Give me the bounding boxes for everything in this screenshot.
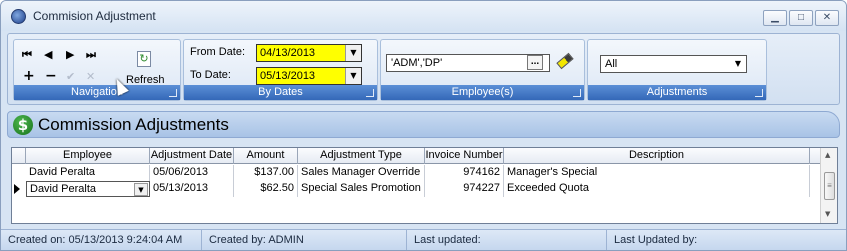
column-header-invoice-number[interactable]: Invoice Number [425,148,504,164]
close-button[interactable]: ✕ [815,10,839,26]
by-dates-group: From Date: 04/13/2013 ▼ To Date: 05/13/2… [183,39,378,101]
adjustments-group: All ▼ Adjustments [587,39,767,101]
to-date-label: To Date: [190,69,231,81]
last-record-icon[interactable]: ⏭ [86,49,96,61]
cell-adjustment-date[interactable]: 05/06/2013 [150,165,234,181]
table-row[interactable]: David Peralta 05/06/2013 $137.00 Sales M… [12,165,820,181]
status-created-by: Created by: ADMIN [202,230,407,250]
column-header-employee[interactable]: Employee [26,148,150,164]
cell-employee[interactable]: David Peralta [26,165,150,181]
cell-amount[interactable]: $62.50 [234,181,298,197]
to-date-value: 05/13/2013 [260,70,316,82]
refresh-icon[interactable]: ↻ [137,51,151,67]
section-title: Commission Adjustments [38,115,229,134]
column-header-description[interactable]: Description [504,148,810,164]
clear-filter-icon[interactable] [556,52,574,70]
status-created-on: Created on: 05/13/2013 9:24:04 AM [1,230,202,250]
cell-invoice-number[interactable]: 974162 [425,165,504,181]
title-bar: Commision Adjustment ▁ □ ✕ [1,1,846,31]
by-dates-group-label: By Dates [184,85,377,100]
row-selector-header [12,148,26,164]
from-date-field[interactable]: 04/13/2013 ▼ [256,44,362,62]
current-row-indicator-icon [14,184,20,194]
table-row[interactable]: David Peralta ▼ 05/13/2013 $62.50 Specia… [12,181,820,197]
scroll-up-icon[interactable]: ▲ [825,151,830,159]
ribbon: ⏮ ◀ ▶ ⏭ + − ✔ ✕ ↻ Refresh Navigation Fro… [7,33,840,105]
cancel-record-icon[interactable]: ✕ [86,71,95,83]
column-header-adjustment-date[interactable]: Adjustment Date [150,148,234,164]
cell-adjustment-type[interactable]: Special Sales Promotion [298,181,425,197]
vertical-scrollbar[interactable]: ▲ ≡ ▼ [820,148,837,223]
to-date-field[interactable]: 05/13/2013 ▼ [256,67,362,85]
first-record-icon[interactable]: ⏮ [22,49,32,61]
commission-adjustment-window: Commision Adjustment ▁ □ ✕ ⏮ ◀ ▶ ⏭ + − ✔… [0,0,847,251]
navigation-group: ⏮ ◀ ▶ ⏭ + − ✔ ✕ ↻ Refresh Navigation [13,39,181,101]
save-record-icon[interactable]: ✔ [66,71,75,83]
cell-employee-editor[interactable]: David Peralta ▼ [26,181,150,197]
chevron-down-icon[interactable]: ▼ [345,45,361,61]
column-header-adjustment-type[interactable]: Adjustment Type [298,148,425,164]
adjustments-group-label: Adjustments [588,85,766,100]
cell-adjustment-type[interactable]: Sales Manager Override [298,165,425,181]
cell-invoice-number[interactable]: 974227 [425,181,504,197]
next-record-icon[interactable]: ▶ [66,49,74,61]
from-date-value: 04/13/2013 [260,47,316,59]
by-dates-launcher-icon[interactable] [366,89,374,97]
window-title: Commision Adjustment [33,9,156,23]
employees-launcher-icon[interactable] [573,89,581,97]
status-last-updated: Last updated: [407,230,607,250]
chevron-down-icon[interactable]: ▼ [730,56,746,72]
grid-header: Employee Adjustment Date Amount Adjustme… [12,148,820,164]
navigation-launcher-icon[interactable] [169,89,177,97]
cell-adjustment-date[interactable]: 05/13/2013 [150,181,234,197]
employees-group: 'ADM','DP' ... Employee(s) [380,39,585,101]
employee-filter-value: 'ADM','DP' [391,57,443,69]
adjustments-grid: Employee Adjustment Date Amount Adjustme… [11,147,838,224]
chevron-down-icon[interactable]: ▼ [134,183,148,196]
adjustments-launcher-icon[interactable] [755,89,763,97]
app-icon [11,9,26,24]
scroll-down-icon[interactable]: ▼ [825,210,830,218]
cell-amount[interactable]: $137.00 [234,165,298,181]
add-record-icon[interactable]: + [23,69,35,83]
status-bar: Created on: 05/13/2013 9:24:04 AM Create… [1,229,846,250]
dollar-icon: $ [13,115,33,135]
column-header-amount[interactable]: Amount [234,148,298,164]
minimize-button[interactable]: ▁ [763,10,787,26]
cell-employee: David Peralta [30,183,97,195]
employees-group-label: Employee(s) [381,85,584,100]
cell-description[interactable]: Exceeded Quota [504,181,810,197]
chevron-down-icon[interactable]: ▼ [345,68,361,84]
section-header: $ Commission Adjustments [7,111,840,138]
from-date-label: From Date: [190,46,246,58]
employee-picker-button[interactable]: ... [527,55,543,70]
delete-record-icon[interactable]: − [45,69,57,83]
navigation-group-label: Navigation [14,85,180,100]
scroll-thumb[interactable]: ≡ [824,172,835,200]
cell-description[interactable]: Manager's Special [504,165,810,181]
adjustments-select[interactable]: All ▼ [600,55,747,73]
maximize-button[interactable]: □ [789,10,813,26]
adjustments-value: All [605,58,618,70]
employee-filter-field[interactable]: 'ADM','DP' [386,54,550,72]
previous-record-icon[interactable]: ◀ [44,49,52,61]
status-last-updated-by: Last Updated by: [614,234,698,246]
